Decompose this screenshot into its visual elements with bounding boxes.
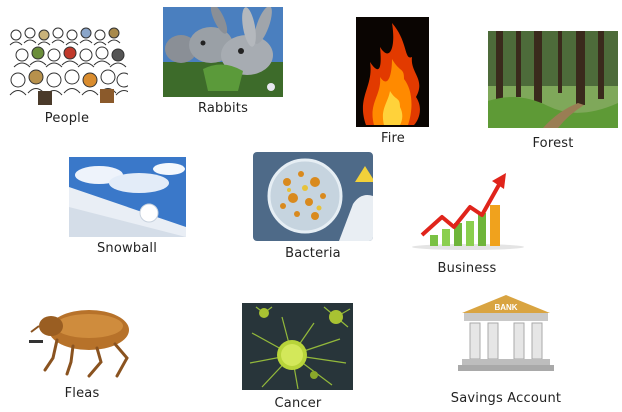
- petri-dish-icon: [253, 152, 373, 241]
- rabbit-icon: [163, 7, 283, 97]
- cancer-label: Cancer: [274, 396, 322, 411]
- rabbits-image: [163, 7, 283, 97]
- fleas-image: [27, 296, 138, 378]
- business-image: [408, 165, 528, 250]
- growth-chart-icon: [408, 165, 528, 250]
- fleas-label: Fleas: [64, 386, 100, 401]
- fire-label: Fire: [380, 131, 406, 146]
- tree-icon: [488, 31, 618, 128]
- bacteria-label: Bacteria: [285, 246, 341, 261]
- bank-icon: BANK: [456, 291, 556, 376]
- savings-image: BANK: [456, 291, 556, 376]
- flea-icon: [27, 296, 138, 378]
- forest-label: Forest: [532, 136, 574, 151]
- cancer-image: [242, 303, 353, 390]
- snowball-icon: [69, 157, 186, 237]
- people-label: People: [44, 111, 90, 126]
- rabbits-label: Rabbits: [197, 101, 249, 116]
- business-label: Business: [437, 261, 497, 276]
- savings-label: Savings Account: [450, 391, 562, 406]
- snowball-image: [69, 157, 186, 237]
- flame-icon: [356, 17, 429, 127]
- people-image: [8, 25, 128, 108]
- fire-image: [356, 17, 429, 127]
- forest-image: [488, 31, 618, 128]
- bacteria-image: [253, 152, 373, 241]
- cell-icon: [242, 303, 353, 390]
- bank-sign-text: BANK: [494, 303, 517, 312]
- snowball-label: Snowball: [96, 241, 158, 256]
- crowd-icon: [8, 25, 128, 108]
